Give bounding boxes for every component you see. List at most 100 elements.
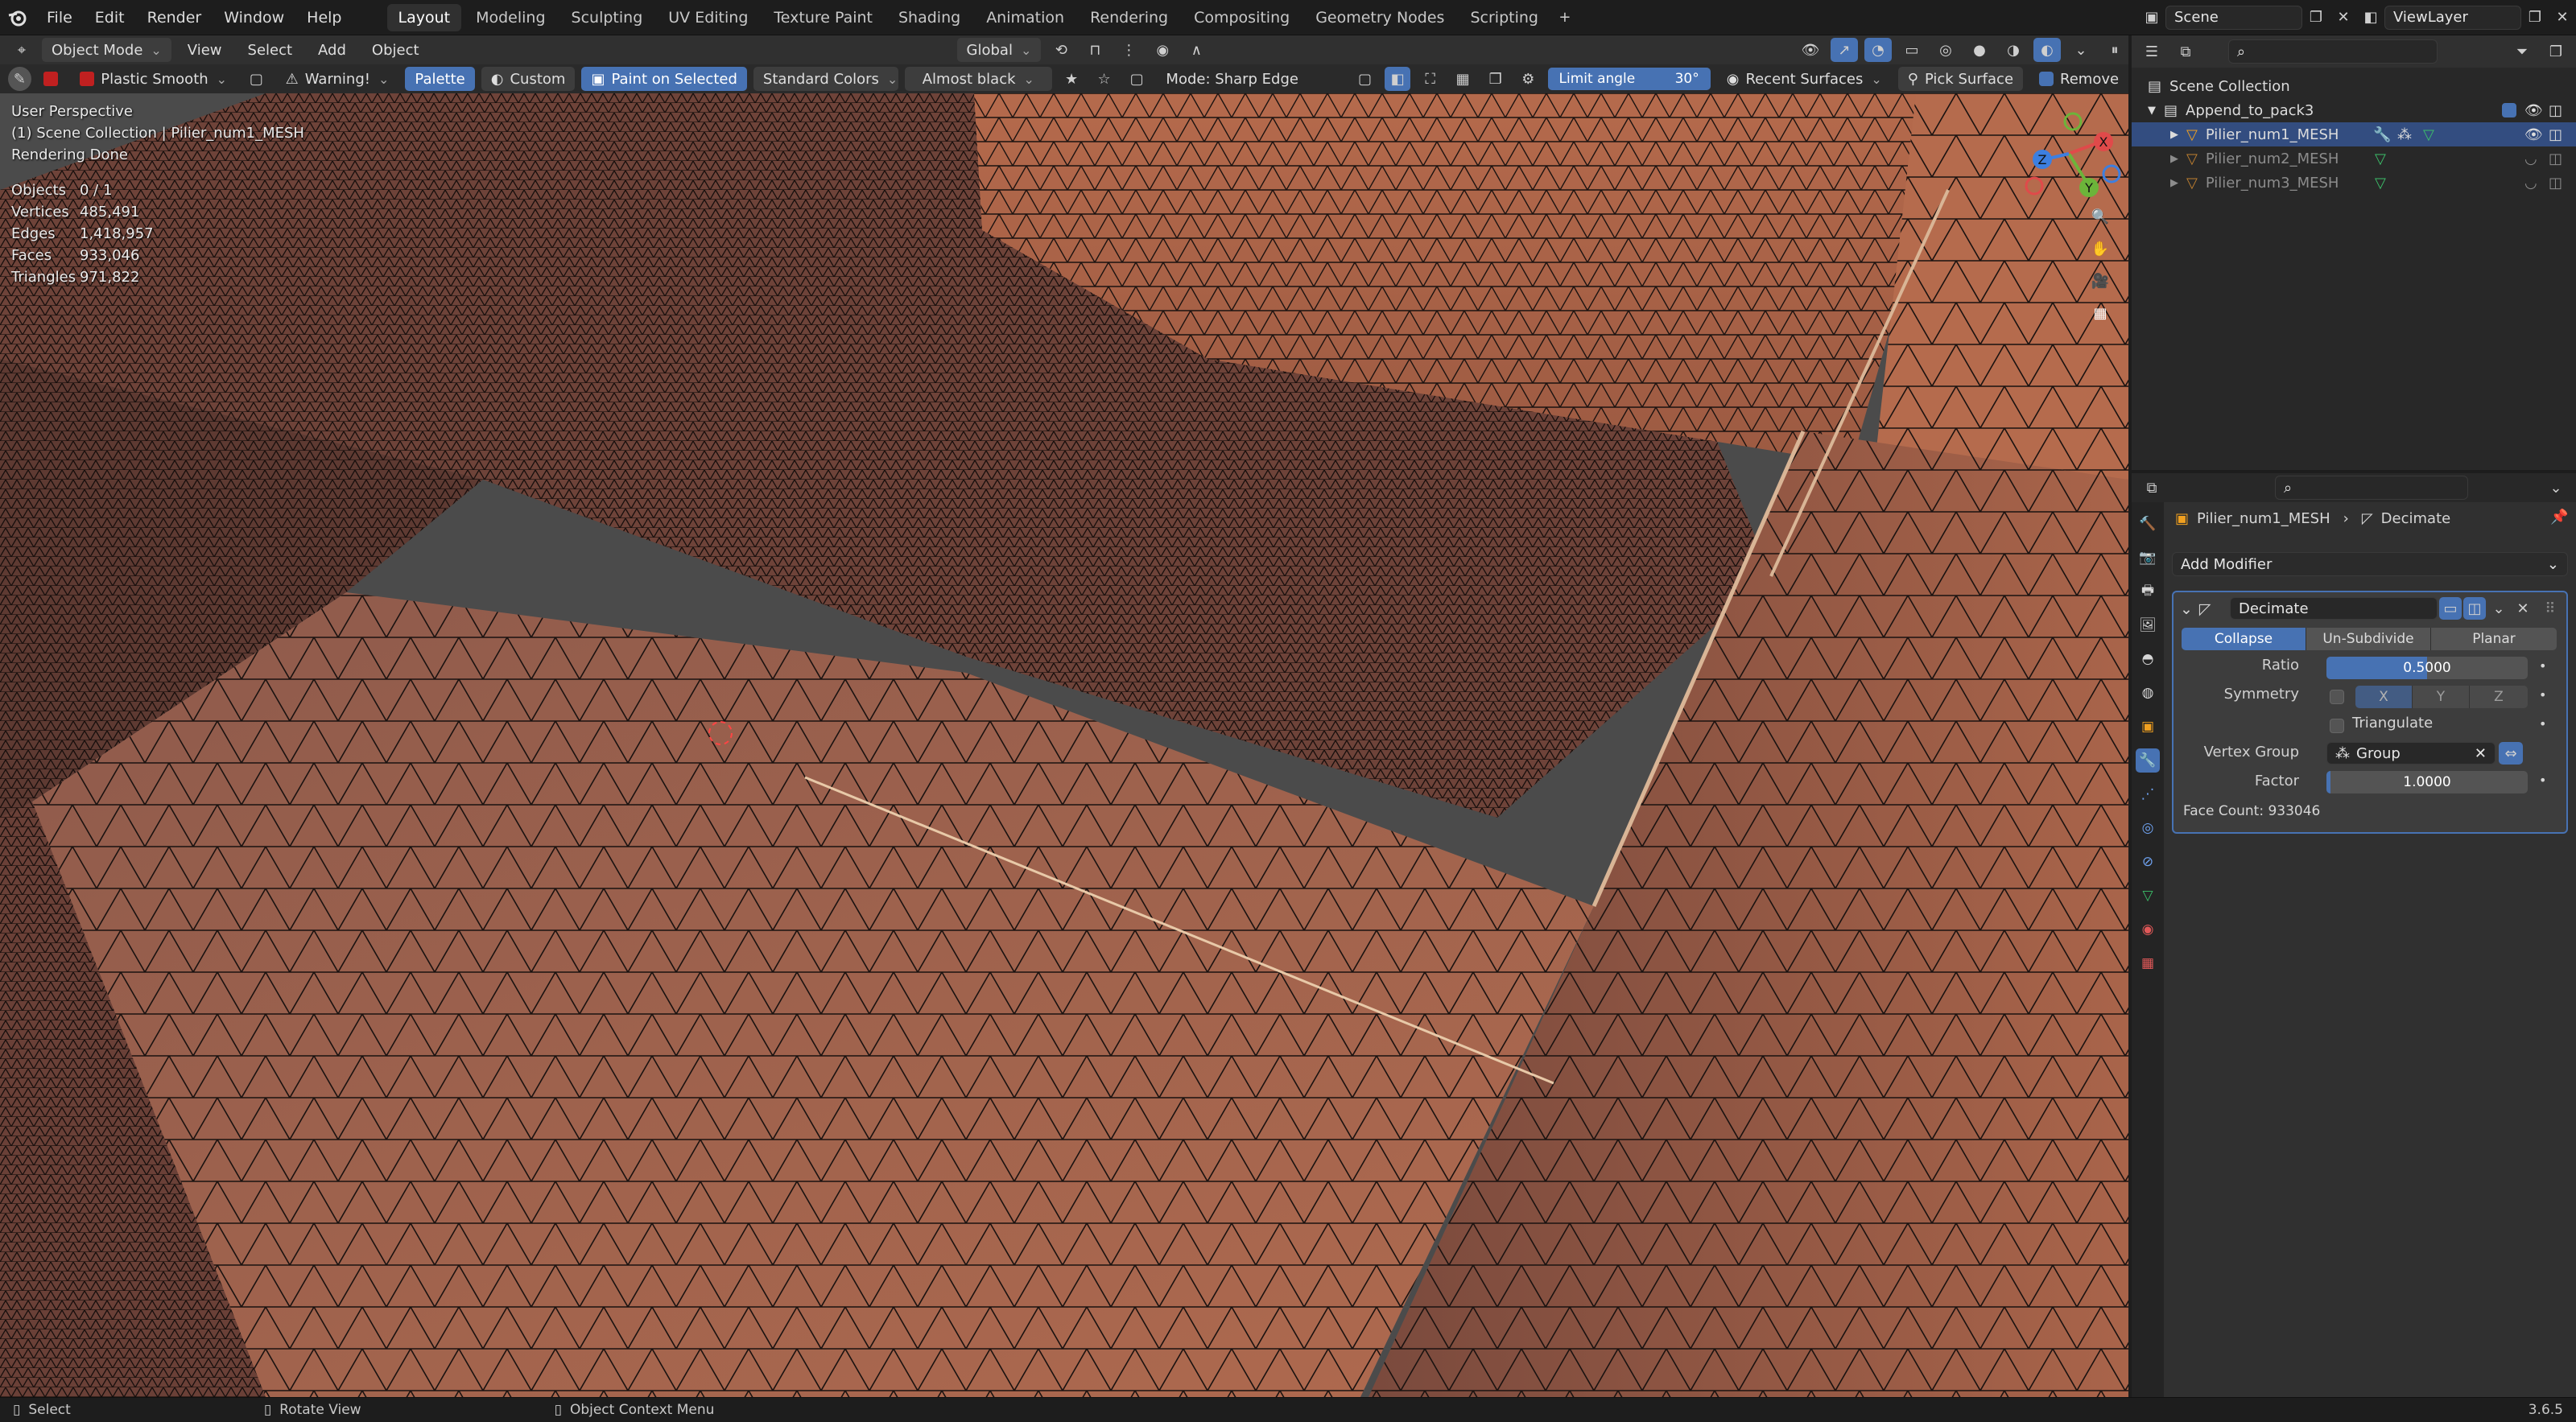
color-selector[interactable]: Almost black: [904, 67, 1052, 91]
tree-object-3[interactable]: ▶ ▽ Pilier_num3_MESH ▽ ◡ ◫: [2132, 171, 2576, 195]
add-workspace-icon[interactable]: +: [1551, 6, 1579, 30]
delete-scene-icon[interactable]: ✕: [2330, 6, 2357, 30]
ratio-keyframe-icon[interactable]: •: [2539, 658, 2546, 674]
material-shading-icon[interactable]: ◑: [2000, 38, 2027, 62]
expand-down-icon[interactable]: ▼: [2148, 105, 2156, 117]
editor-type-icon[interactable]: ⌖: [8, 38, 35, 62]
palette-button[interactable]: Palette: [405, 67, 475, 91]
mode-selector[interactable]: Object Mode: [42, 38, 171, 62]
exclude-checkbox[interactable]: [2502, 103, 2516, 117]
star-outline-icon[interactable]: ☆: [1091, 67, 1117, 91]
tab-texture-paint[interactable]: Texture Paint: [762, 4, 884, 31]
edge-mode-2-icon[interactable]: ◧: [1384, 67, 1411, 91]
proportional-edit-icon[interactable]: ◉: [1149, 38, 1176, 62]
edge-mode-4-icon[interactable]: ▦: [1450, 67, 1476, 91]
show-in-render-icon[interactable]: ◫: [2463, 597, 2486, 620]
shading-options-icon[interactable]: ⌄: [2067, 38, 2095, 62]
select-menu[interactable]: Select: [238, 38, 303, 62]
remove-checkbox[interactable]: Remove: [2029, 67, 2128, 91]
edge-mode-6-icon[interactable]: ⚙: [1515, 67, 1542, 91]
eye-closed-icon[interactable]: ◡: [2524, 150, 2537, 167]
render-camera-icon[interactable]: ◫: [2549, 126, 2562, 143]
tab-scripting[interactable]: Scripting: [1459, 4, 1550, 31]
blender-logo-icon[interactable]: [0, 0, 35, 35]
recent-surfaces-dropdown[interactable]: ◉ Recent Surfaces: [1717, 67, 1892, 91]
display-mode-icon[interactable]: ⧉: [2172, 39, 2199, 64]
edge-mode-3-icon[interactable]: ⛶: [1417, 67, 1443, 91]
symmetry-y-button[interactable]: Y: [2413, 686, 2470, 708]
properties-search[interactable]: ⌕: [2275, 476, 2468, 500]
rendered-shading-icon[interactable]: ◐: [2033, 38, 2061, 62]
gizmo-neg-x-icon[interactable]: [2025, 176, 2044, 196]
delete-view-layer-icon[interactable]: ✕: [2549, 6, 2576, 30]
tree-object-2[interactable]: ▶ ▽ Pilier_num2_MESH ▽ ◡ ◫: [2132, 146, 2576, 171]
collapse-chevron-icon[interactable]: ⌄: [2180, 600, 2193, 618]
red-material-icon[interactable]: [38, 67, 64, 91]
pan-hand-icon[interactable]: ✋: [2087, 237, 2114, 261]
modifier-tab-icon[interactable]: 🔧: [2136, 748, 2160, 773]
expand-right-icon[interactable]: ▶: [2170, 129, 2178, 141]
brush-icon[interactable]: ✎: [8, 67, 31, 91]
symmetry-x-button[interactable]: X: [2355, 686, 2413, 708]
render-camera-icon[interactable]: ◫: [2549, 175, 2562, 192]
eye-icon[interactable]: 👁: [2524, 126, 2543, 143]
world-tab-icon[interactable]: ◍: [2136, 681, 2160, 705]
falloff-icon[interactable]: ∧: [1183, 38, 1210, 62]
tool-tab-icon[interactable]: 🔨: [2136, 512, 2160, 536]
xray-icon[interactable]: ▭: [1898, 38, 1926, 62]
mode-collapse-button[interactable]: Collapse: [2182, 628, 2306, 650]
symmetry-z-button[interactable]: Z: [2470, 686, 2528, 708]
eye-closed-icon[interactable]: ◡: [2524, 175, 2537, 192]
object-menu[interactable]: Object: [362, 38, 429, 62]
modifier-wrench-icon[interactable]: 🔧: [2373, 126, 2391, 143]
modifier-name-field[interactable]: Decimate: [2230, 597, 2438, 620]
tab-modeling[interactable]: Modeling: [464, 4, 556, 31]
render-tab-icon[interactable]: 📷: [2136, 546, 2160, 570]
expand-right-icon[interactable]: ▶: [2170, 177, 2178, 189]
fake-user-icon[interactable]: ▢: [243, 67, 270, 91]
factor-keyframe-icon[interactable]: •: [2539, 773, 2546, 788]
texture-tab-icon[interactable]: ▦: [2136, 951, 2160, 975]
view-layer-icon[interactable]: ◧: [2357, 6, 2384, 30]
tab-rendering[interactable]: Rendering: [1079, 4, 1179, 31]
object-tab-icon[interactable]: ▣: [2136, 715, 2160, 739]
data-tab-icon[interactable]: ▽: [2136, 884, 2160, 908]
factor-slider[interactable]: 1.0000: [2326, 771, 2528, 793]
brush-selector[interactable]: Plastic Smooth: [70, 67, 237, 91]
pivot-icon[interactable]: ⟲: [1047, 38, 1075, 62]
gizmo-toggle-icon[interactable]: ↗: [1831, 38, 1858, 62]
triangulate-keyframe-icon[interactable]: •: [2539, 716, 2546, 732]
mesh-data-icon[interactable]: ▽: [2375, 150, 2386, 167]
menu-edit[interactable]: Edit: [84, 9, 136, 27]
output-tab-icon[interactable]: 🖶: [2136, 579, 2160, 604]
tree-collection[interactable]: ▼ ▤ Append_to_pack3 👁 ◫: [2132, 98, 2576, 122]
remove-modifier-icon[interactable]: ✕: [2512, 597, 2534, 620]
menu-help[interactable]: Help: [295, 9, 353, 27]
view-layer-selector[interactable]: ViewLayer: [2384, 5, 2521, 30]
material-tab-icon[interactable]: ◉: [2136, 917, 2160, 942]
add-modifier-button[interactable]: Add Modifier ⌄: [2172, 552, 2568, 576]
overlay-toggle-icon[interactable]: ◔: [1864, 38, 1892, 62]
scene-selector[interactable]: Scene: [2165, 5, 2302, 30]
new-collection-icon[interactable]: ❐: [2542, 39, 2570, 64]
gizmo-neg-z-icon[interactable]: [2102, 164, 2121, 183]
triangulate-checkbox[interactable]: [2330, 719, 2344, 733]
gizmo-neg-y-icon[interactable]: [2063, 112, 2083, 131]
new-scene-icon[interactable]: ❐: [2302, 6, 2330, 30]
menu-window[interactable]: Window: [213, 9, 295, 27]
menu-file[interactable]: File: [35, 9, 84, 27]
physics-tab-icon[interactable]: ◎: [2136, 816, 2160, 840]
edge-mode-5-icon[interactable]: ❐: [1482, 67, 1509, 91]
limit-angle-slider[interactable]: Limit angle 30°: [1547, 68, 1711, 90]
render-camera-icon[interactable]: ◫: [2549, 102, 2562, 119]
menu-render[interactable]: Render: [136, 9, 213, 27]
mesh-data-icon[interactable]: ▽: [2375, 175, 2386, 192]
filter-icon[interactable]: ⏷: [2508, 39, 2536, 64]
edge-mode-1-icon[interactable]: ▢: [1352, 67, 1378, 91]
mode-planar-button[interactable]: Planar: [2431, 628, 2557, 650]
new-view-layer-icon[interactable]: ❐: [2521, 6, 2549, 30]
snap-target-icon[interactable]: ⋮: [1115, 38, 1142, 62]
mode-unsubdivide-button[interactable]: Un-Subdivide: [2306, 628, 2431, 650]
orientation-selector[interactable]: Global: [956, 38, 1042, 62]
tab-geometry-nodes[interactable]: Geometry Nodes: [1304, 4, 1455, 31]
